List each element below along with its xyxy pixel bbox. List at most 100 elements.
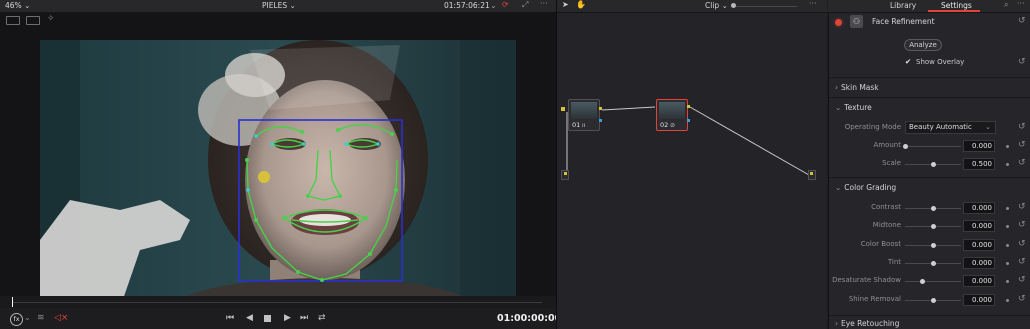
playhead[interactable] (12, 297, 13, 307)
zoom-slider-knob[interactable] (731, 3, 736, 8)
keyframe-dot-icon[interactable] (1006, 163, 1009, 167)
section-skin-mask[interactable]: › Skin Mask (835, 83, 879, 92)
node-key-dot[interactable] (687, 119, 690, 122)
slider-knob[interactable] (931, 224, 936, 230)
section-eye-retouching[interactable]: › Eye Retouching (835, 319, 899, 328)
param-value-field[interactable]: 0.500 (963, 158, 995, 171)
param-row: Shine Removal 0.000 ↺ (829, 293, 1030, 306)
keyframe-dot-icon[interactable] (1006, 261, 1009, 265)
face-refinement-icon: ⚇ (850, 15, 863, 28)
param-value-field[interactable]: 0.000 (963, 202, 995, 214)
play-reverse-icon[interactable]: ◀ (246, 313, 253, 323)
param-slider[interactable] (905, 281, 961, 283)
slider-knob[interactable] (919, 279, 925, 285)
loop-icon[interactable]: ⟳ (502, 0, 509, 10)
node-01[interactable]: 01 ıı (568, 99, 600, 131)
node-output-dot[interactable] (687, 105, 690, 108)
reset-icon[interactable]: ↺ (1018, 294, 1026, 304)
keyframe-dot-icon[interactable] (1006, 280, 1009, 284)
play-icon[interactable]: ▶ (284, 313, 291, 323)
source-port-dot (564, 172, 567, 175)
reset-icon[interactable]: ↺ (1018, 159, 1026, 168)
layers-icon[interactable]: ≋ (37, 313, 45, 323)
video-frame[interactable] (40, 40, 516, 308)
node-thumbnail (659, 102, 685, 119)
analyze-button[interactable]: Analyze (904, 39, 942, 51)
node-mode-select[interactable]: Clip ⌄ (705, 1, 728, 10)
node-02[interactable]: 02 ⊘ (656, 99, 688, 131)
keyframe-dot-icon[interactable] (1006, 225, 1009, 229)
more-options-icon[interactable]: ··· (540, 0, 548, 9)
param-label: Midtone (872, 221, 901, 230)
param-slider[interactable] (905, 146, 961, 147)
hand-icon[interactable]: ✋ (576, 0, 586, 10)
skip-end-icon[interactable]: ⏭ (300, 313, 308, 323)
param-label: Color Boost (860, 239, 901, 248)
pointer-icon[interactable]: ➤ (562, 0, 569, 10)
effect-enable-toggle[interactable] (835, 19, 842, 26)
input-port[interactable] (561, 107, 565, 111)
slider-knob[interactable] (903, 144, 908, 149)
split-view-icon[interactable] (26, 16, 40, 25)
reset-icon[interactable]: ↺ (1018, 203, 1026, 212)
search-icon[interactable]: ⌕ (1004, 0, 1008, 10)
node-thumbnail (571, 102, 597, 119)
fx-icon[interactable]: fx (10, 313, 23, 326)
param-value-field[interactable]: 0.000 (963, 293, 995, 306)
zoom-slider[interactable] (733, 6, 797, 7)
param-label: Tint (887, 257, 901, 266)
param-value-field[interactable]: 0.000 (963, 275, 995, 288)
slider-knob[interactable] (931, 206, 936, 211)
slider-knob[interactable] (931, 242, 936, 248)
node-type-icon: ıı (582, 122, 586, 129)
node-editor[interactable]: 01 ıı 02 ⊘ (557, 13, 827, 329)
divider (829, 77, 1030, 78)
more-options-icon[interactable]: ··· (1017, 0, 1025, 9)
overlay-marker (258, 171, 270, 183)
reset-icon[interactable]: ↺ (1018, 141, 1026, 150)
slider-knob[interactable] (931, 260, 936, 266)
show-overlay-checkbox[interactable]: ✔ (905, 58, 911, 66)
reset-icon[interactable]: ↺ (1018, 17, 1026, 26)
reset-icon[interactable]: ↺ (1018, 257, 1026, 267)
single-view-icon[interactable] (6, 16, 20, 25)
operating-mode-select[interactable]: Beauty Automatic ⌄ (905, 121, 996, 134)
settings-panel: ⚇ Face Refinement ↺ Analyze ✔ Show Overl… (828, 13, 1030, 329)
param-value-field[interactable]: 0.000 (963, 220, 995, 233)
keyframe-dot-icon[interactable] (1006, 207, 1009, 210)
keyframe-dot-icon[interactable] (1006, 243, 1009, 247)
reset-icon[interactable]: ↺ (1018, 239, 1026, 249)
expand-icon[interactable]: ⤢ (522, 0, 528, 10)
tab-library[interactable]: Library (890, 1, 916, 10)
keyframe-dot-icon[interactable] (1006, 145, 1009, 148)
keyframe-dot-icon[interactable] (1006, 298, 1009, 302)
param-value-field[interactable]: 0.000 (963, 140, 995, 152)
timeline-scrubber[interactable] (0, 296, 556, 308)
chevron-down-icon[interactable]: ⌄ (24, 313, 31, 322)
mute-icon[interactable]: ◁× (54, 313, 68, 323)
chevron-down-icon[interactable]: ⌄ (490, 1, 497, 11)
section-texture[interactable]: ⌄ Texture (835, 103, 872, 112)
reset-icon[interactable]: ↺ (1018, 123, 1026, 132)
param-value-field[interactable]: 0.000 (963, 256, 995, 269)
loop-icon[interactable]: ⇄ (318, 313, 326, 323)
node-output-dot[interactable] (599, 107, 602, 110)
node-key-dot[interactable] (599, 119, 602, 122)
tab-settings[interactable]: Settings (941, 1, 972, 10)
inspector-tabs: Library Settings ⌕ ··· (828, 0, 1030, 13)
reset-icon[interactable]: ↺ (1018, 276, 1026, 285)
chevron-down-icon: ⌄ (835, 183, 842, 192)
stop-icon[interactable] (264, 315, 271, 322)
more-options-icon[interactable]: ··· (809, 0, 817, 9)
slider-knob[interactable] (931, 162, 936, 168)
slider-knob[interactable] (931, 297, 936, 303)
param-label: Amount (873, 141, 901, 149)
clip-name[interactable]: PIELES ⌄ (262, 1, 296, 10)
reset-icon[interactable]: ↺ (1018, 221, 1026, 230)
reset-icon[interactable]: ↺ (1018, 58, 1026, 67)
param-value-field[interactable]: 0.000 (963, 238, 995, 251)
wand-icon[interactable]: ✧ (47, 14, 55, 24)
zoom-level[interactable]: 46% ⌄ (5, 1, 30, 10)
section-color-grading[interactable]: ⌄ Color Grading (835, 183, 896, 192)
skip-start-icon[interactable]: ⏮ (226, 313, 234, 323)
